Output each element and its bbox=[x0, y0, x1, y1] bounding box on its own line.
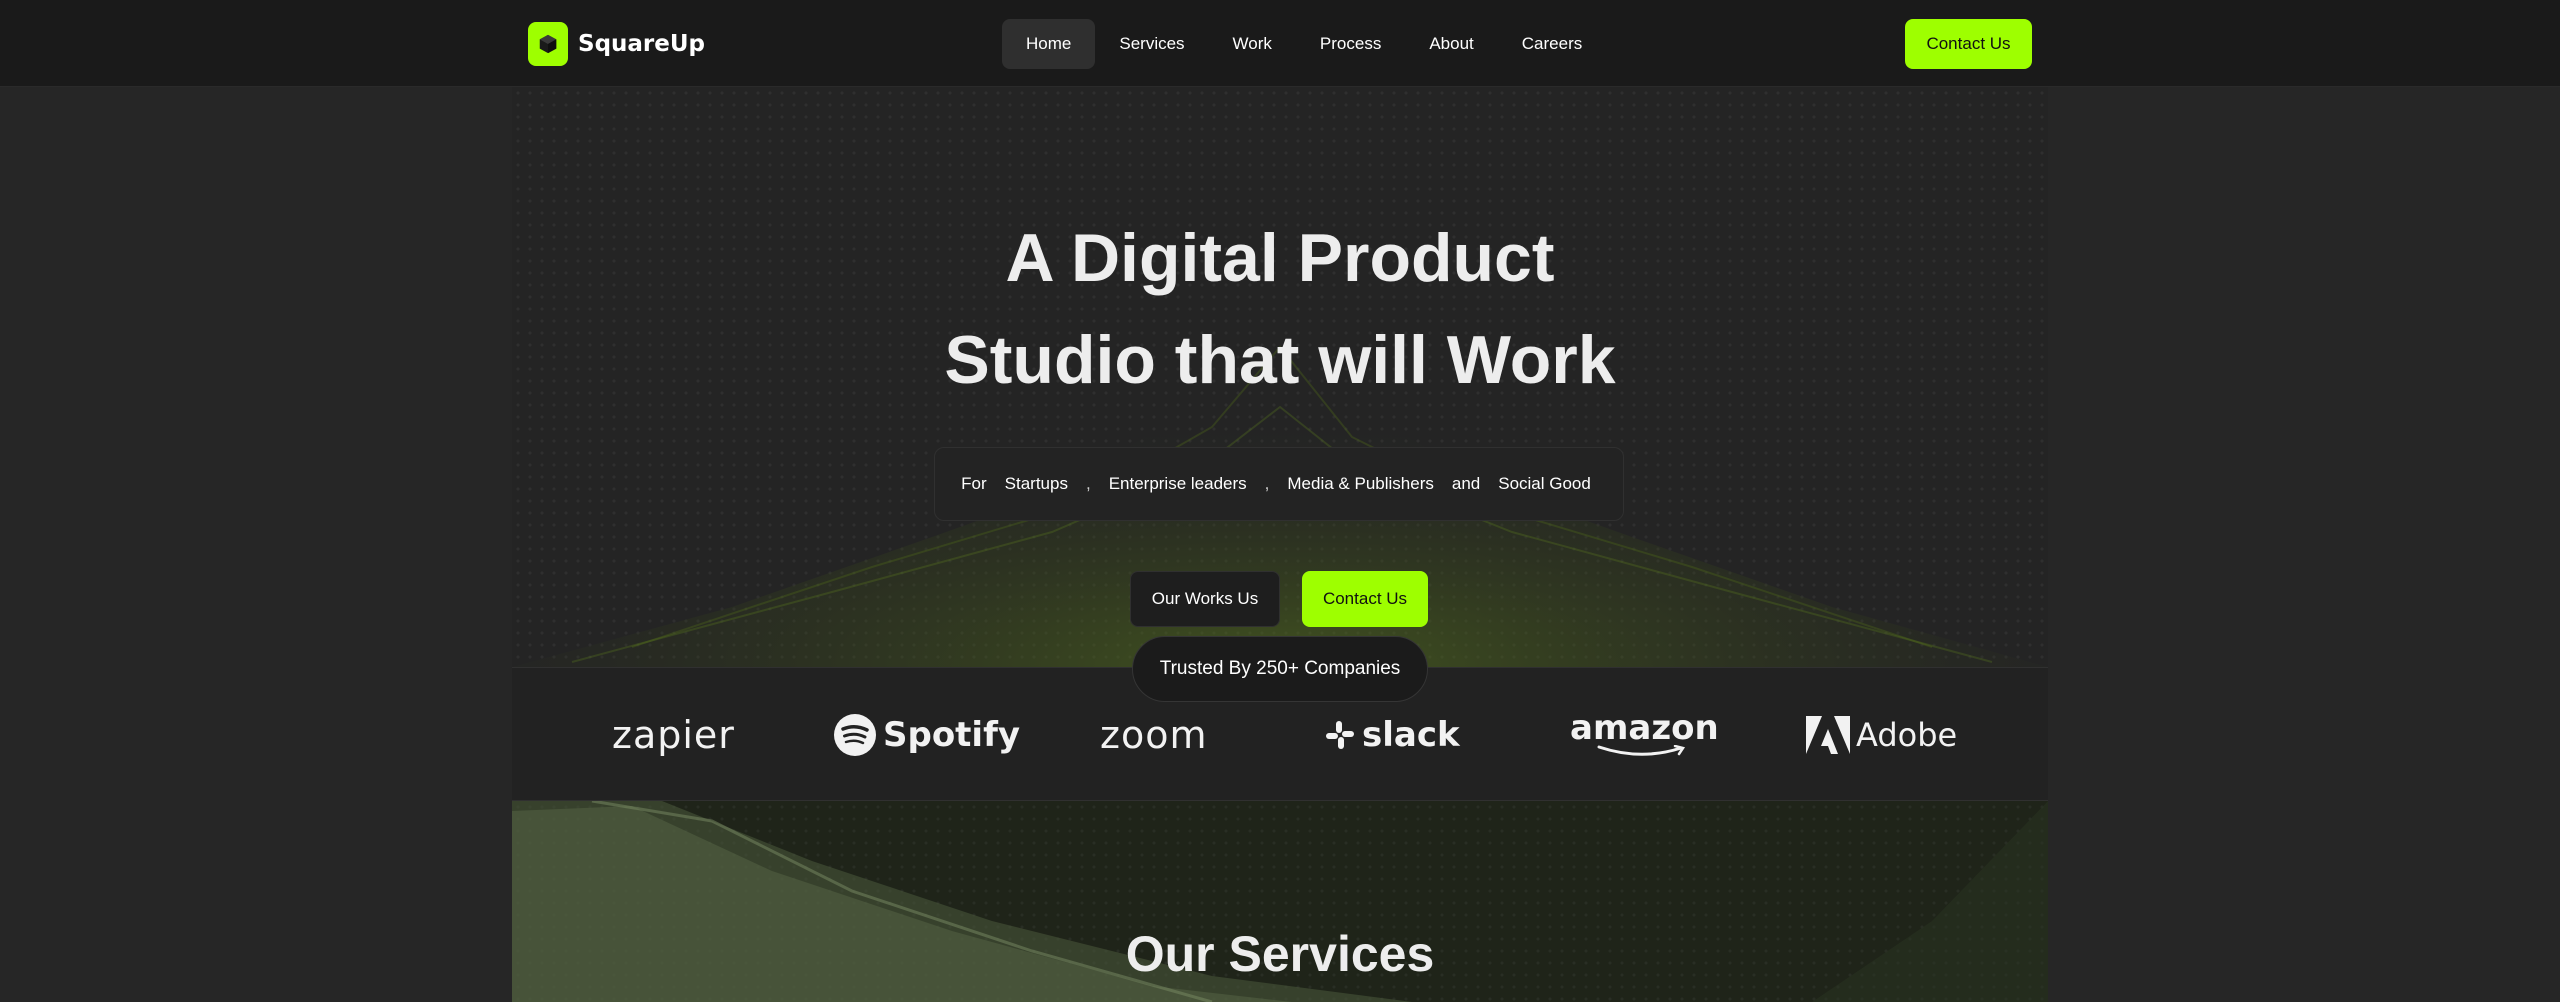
spotify-logo: Spotify bbox=[833, 700, 1020, 770]
services-section: Our Services bbox=[512, 801, 2048, 1002]
zoom-logo-text: zoom bbox=[1100, 713, 1208, 757]
adobe-logo: Adobe bbox=[1806, 700, 1957, 770]
nav-process[interactable]: Process bbox=[1296, 19, 1405, 69]
hero-section: A Digital Product Studio that will Work … bbox=[512, 87, 2048, 667]
nav-work[interactable]: Work bbox=[1209, 19, 1296, 69]
brand-logo[interactable]: SquareUp bbox=[528, 22, 705, 66]
hero-title: A Digital Product Studio that will Work bbox=[512, 207, 2048, 411]
our-works-button[interactable]: Our Works Us bbox=[1130, 571, 1280, 627]
adobe-logo-text: Adobe bbox=[1856, 716, 1958, 754]
amazon-logo-text: amazon bbox=[1570, 708, 1719, 748]
audience-conjunction: and bbox=[1451, 474, 1481, 493]
audience-enterprise: Enterprise leaders bbox=[1108, 474, 1247, 493]
audience-separator: , bbox=[1264, 474, 1270, 493]
nav-services[interactable]: Services bbox=[1095, 19, 1208, 69]
spotify-icon bbox=[834, 714, 876, 756]
adobe-icon bbox=[1806, 716, 1850, 754]
amazon-smile-icon bbox=[1597, 745, 1686, 756]
cube-icon bbox=[528, 22, 568, 66]
nav-home[interactable]: Home bbox=[1002, 19, 1096, 69]
main-nav: Home Services Work Process About Careers bbox=[1002, 19, 1606, 69]
slack-icon bbox=[1326, 721, 1354, 749]
audience-social-good: Social Good bbox=[1498, 474, 1591, 493]
top-navbar: SquareUp Home Services Work Process Abou… bbox=[0, 0, 2560, 87]
hero-title-line2: Studio that will Work bbox=[944, 322, 1616, 398]
nav-contact-button[interactable]: Contact Us bbox=[1905, 19, 2032, 69]
zapier-logo-text: zapier bbox=[612, 713, 735, 757]
hero-title-line1: A Digital Product bbox=[1005, 220, 1555, 296]
nav-about[interactable]: About bbox=[1405, 19, 1497, 69]
audience-startups: Startups bbox=[1004, 474, 1068, 493]
spotify-logo-text: Spotify bbox=[883, 715, 1021, 755]
audience-prefix: For bbox=[961, 474, 987, 493]
slack-logo-text: slack bbox=[1362, 715, 1460, 755]
zapier-logo: zapier bbox=[612, 700, 735, 770]
slack-logo: slack bbox=[1324, 700, 1460, 770]
zoom-logo: zoom bbox=[1100, 700, 1207, 770]
hero-contact-button[interactable]: Contact Us bbox=[1302, 571, 1428, 627]
brand-name: SquareUp bbox=[578, 31, 706, 57]
amazon-logo: amazon bbox=[1570, 700, 1719, 770]
nav-careers[interactable]: Careers bbox=[1498, 19, 1606, 69]
audience-media: Media & Publishers bbox=[1287, 474, 1434, 493]
trusted-badge: Trusted By 250+ Companies bbox=[1132, 636, 1428, 702]
services-title: Our Services bbox=[1125, 926, 1435, 982]
audience-separator: , bbox=[1085, 474, 1091, 493]
audience-bar: For Startups , Enterprise leaders , Medi… bbox=[934, 447, 1624, 521]
